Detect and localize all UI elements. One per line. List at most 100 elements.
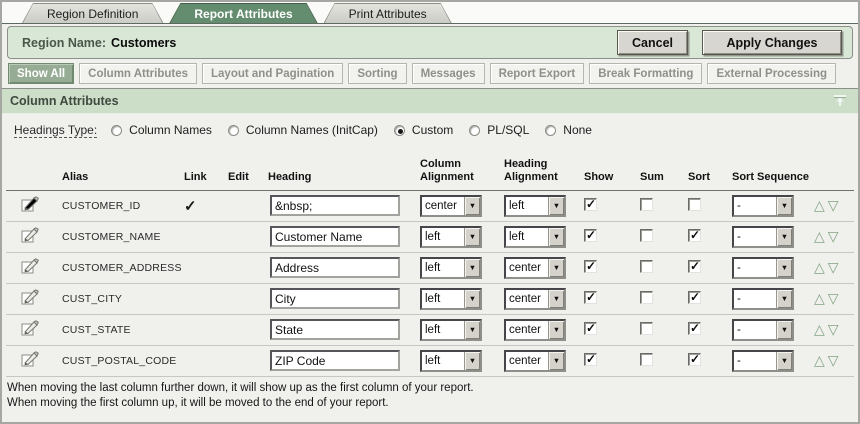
edit-column-icon[interactable] bbox=[20, 256, 40, 276]
move-up-icon[interactable]: △ bbox=[814, 259, 825, 275]
edit-column-icon[interactable] bbox=[20, 349, 40, 369]
nav-button-messages[interactable]: Messages bbox=[412, 63, 485, 84]
nav-button-external-processing[interactable]: External Processing bbox=[707, 63, 836, 84]
dropdown-arrow-icon[interactable] bbox=[548, 197, 564, 215]
heading-input[interactable] bbox=[270, 288, 400, 309]
tab-report-attributes[interactable]: Report Attributes bbox=[169, 3, 317, 23]
dropdown-arrow-icon[interactable] bbox=[776, 259, 792, 277]
nav-button-report-export[interactable]: Report Export bbox=[490, 63, 585, 84]
column-alignment-select[interactable]: center bbox=[420, 195, 482, 217]
sum-checkbox[interactable] bbox=[640, 291, 653, 304]
dropdown-arrow-icon[interactable] bbox=[464, 321, 480, 339]
tab-print-attributes[interactable]: Print Attributes bbox=[324, 3, 452, 23]
dropdown-arrow-icon[interactable] bbox=[464, 197, 480, 215]
dropdown-arrow-icon[interactable] bbox=[776, 197, 792, 215]
radio-icon[interactable] bbox=[469, 125, 480, 136]
heading-alignment-select[interactable]: left bbox=[504, 195, 566, 217]
apply-changes-button[interactable]: Apply Changes bbox=[702, 30, 842, 55]
tab-region-definition[interactable]: Region Definition bbox=[22, 3, 163, 23]
heading-alignment-select[interactable]: center bbox=[504, 350, 566, 372]
sort-sequence-select[interactable]: - bbox=[732, 257, 794, 279]
move-up-icon[interactable]: △ bbox=[814, 352, 825, 368]
dropdown-arrow-icon[interactable] bbox=[548, 228, 564, 246]
sort-checkbox[interactable] bbox=[688, 198, 701, 211]
sum-checkbox[interactable] bbox=[640, 353, 653, 366]
move-up-icon[interactable]: △ bbox=[814, 321, 825, 337]
show-checkbox[interactable] bbox=[584, 229, 597, 242]
nav-button-layout-pagination[interactable]: Layout and Pagination bbox=[202, 63, 343, 84]
dropdown-arrow-icon[interactable] bbox=[776, 290, 792, 308]
column-alignment-select[interactable]: left bbox=[420, 319, 482, 341]
column-alignment-select[interactable]: left bbox=[420, 257, 482, 279]
heading-alignment-select[interactable]: center bbox=[504, 319, 566, 341]
dropdown-arrow-icon[interactable] bbox=[464, 352, 480, 370]
show-checkbox[interactable] bbox=[584, 322, 597, 335]
sort-checkbox[interactable] bbox=[688, 353, 701, 366]
heading-alignment-select[interactable]: center bbox=[504, 257, 566, 279]
column-alignment-select[interactable]: left bbox=[420, 350, 482, 372]
heading-alignment-select[interactable]: left bbox=[504, 226, 566, 248]
headings-type-option-column-names-initcap[interactable]: Column Names (InitCap) bbox=[228, 123, 378, 137]
sum-checkbox[interactable] bbox=[640, 229, 653, 242]
dropdown-arrow-icon[interactable] bbox=[548, 290, 564, 308]
sum-checkbox[interactable] bbox=[640, 198, 653, 211]
dropdown-arrow-icon[interactable] bbox=[776, 228, 792, 246]
radio-icon[interactable] bbox=[228, 125, 239, 136]
edit-column-icon[interactable] bbox=[20, 194, 40, 214]
sort-sequence-select[interactable]: - bbox=[732, 350, 794, 372]
headings-type-option-custom[interactable]: Custom bbox=[394, 123, 453, 137]
heading-alignment-select[interactable]: center bbox=[504, 288, 566, 310]
move-down-icon[interactable]: ▽ bbox=[828, 290, 839, 306]
sum-checkbox[interactable] bbox=[640, 322, 653, 335]
move-down-icon[interactable]: ▽ bbox=[828, 321, 839, 337]
sort-checkbox[interactable] bbox=[688, 291, 701, 304]
show-checkbox[interactable] bbox=[584, 291, 597, 304]
column-alignment-select[interactable]: left bbox=[420, 288, 482, 310]
nav-button-show-all[interactable]: Show All bbox=[8, 63, 74, 84]
move-up-icon[interactable]: △ bbox=[814, 228, 825, 244]
edit-column-icon[interactable] bbox=[20, 287, 40, 307]
dropdown-arrow-icon[interactable] bbox=[464, 228, 480, 246]
sort-sequence-select[interactable]: - bbox=[732, 319, 794, 341]
heading-input[interactable] bbox=[270, 350, 400, 371]
heading-input[interactable] bbox=[270, 195, 400, 216]
cancel-button[interactable]: Cancel bbox=[617, 30, 688, 55]
sort-checkbox[interactable] bbox=[688, 260, 701, 273]
move-down-icon[interactable]: ▽ bbox=[828, 228, 839, 244]
headings-type-option-plsql[interactable]: PL/SQL bbox=[469, 123, 529, 137]
headings-type-option-none[interactable]: None bbox=[545, 123, 592, 137]
sort-sequence-select[interactable]: - bbox=[732, 288, 794, 310]
show-checkbox[interactable] bbox=[584, 260, 597, 273]
sum-checkbox[interactable] bbox=[640, 260, 653, 273]
show-checkbox[interactable] bbox=[584, 198, 597, 211]
column-alignment-select[interactable]: left bbox=[420, 226, 482, 248]
heading-input[interactable] bbox=[270, 226, 400, 247]
sort-checkbox[interactable] bbox=[688, 322, 701, 335]
radio-icon[interactable] bbox=[545, 125, 556, 136]
radio-icon[interactable] bbox=[394, 125, 405, 136]
radio-icon[interactable] bbox=[111, 125, 122, 136]
sort-checkbox[interactable] bbox=[688, 229, 701, 242]
dropdown-arrow-icon[interactable] bbox=[464, 259, 480, 277]
nav-button-sorting[interactable]: Sorting bbox=[348, 63, 406, 84]
dropdown-arrow-icon[interactable] bbox=[548, 352, 564, 370]
move-up-icon[interactable]: △ bbox=[814, 290, 825, 306]
edit-column-icon[interactable] bbox=[20, 225, 40, 245]
scroll-to-top-icon[interactable] bbox=[832, 94, 848, 108]
headings-type-option-column-names[interactable]: Column Names bbox=[111, 123, 212, 137]
show-checkbox[interactable] bbox=[584, 353, 597, 366]
nav-button-break-formatting[interactable]: Break Formatting bbox=[589, 63, 702, 84]
heading-input[interactable] bbox=[270, 319, 400, 340]
dropdown-arrow-icon[interactable] bbox=[776, 321, 792, 339]
move-up-icon[interactable]: △ bbox=[814, 197, 825, 213]
move-down-icon[interactable]: ▽ bbox=[828, 352, 839, 368]
dropdown-arrow-icon[interactable] bbox=[776, 352, 792, 370]
heading-input[interactable] bbox=[270, 257, 400, 278]
edit-column-icon[interactable] bbox=[20, 318, 40, 338]
move-down-icon[interactable]: ▽ bbox=[828, 197, 839, 213]
dropdown-arrow-icon[interactable] bbox=[548, 259, 564, 277]
dropdown-arrow-icon[interactable] bbox=[548, 321, 564, 339]
sort-sequence-select[interactable]: - bbox=[732, 226, 794, 248]
headings-type-label[interactable]: Headings Type: bbox=[14, 123, 97, 138]
sort-sequence-select[interactable]: - bbox=[732, 195, 794, 217]
